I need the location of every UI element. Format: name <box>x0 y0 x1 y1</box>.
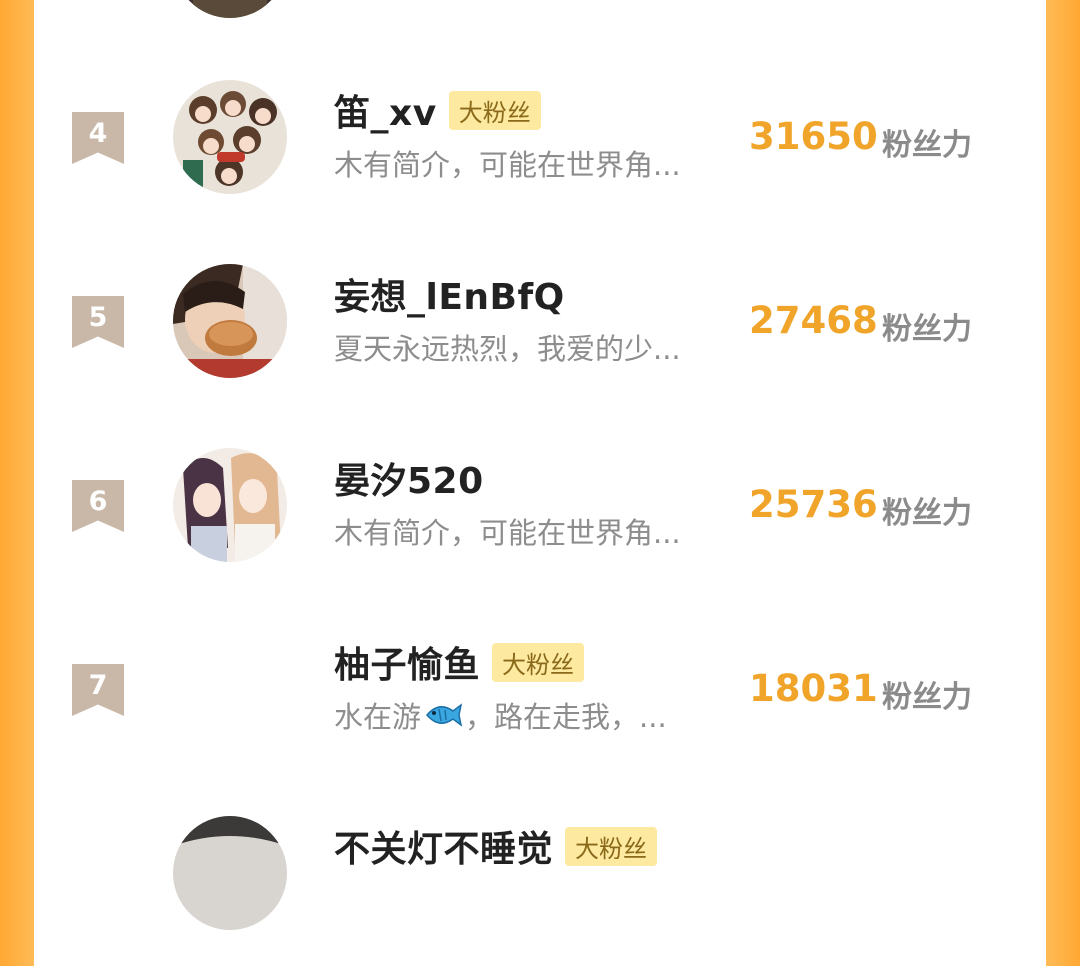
avatar[interactable] <box>173 264 287 378</box>
user-name-line: 笛_xv 大粉丝 <box>334 88 541 134</box>
fan-score: 27468 <box>749 299 878 342</box>
fan-ranking-panel: 4 笛_xv 大粉丝 木有简介，可能在世界角... 31650 粉丝力 5 妄想… <box>34 0 1046 930</box>
user-bio: 木有简介，可能在世界角... <box>334 148 681 182</box>
avatar[interactable] <box>173 816 287 930</box>
fan-score-unit: 粉丝力 <box>882 128 972 163</box>
fan-level-badge: 大粉丝 <box>448 90 541 130</box>
user-name[interactable]: 晏汐520 <box>334 452 484 504</box>
user-bio-suffix: ，路在走我，... <box>465 700 667 734</box>
fan-score: 31650 <box>749 115 878 158</box>
fan-score: 18031 <box>749 667 878 710</box>
user-name[interactable]: 笛_xv <box>334 84 437 136</box>
fan-score: 25736 <box>749 483 878 526</box>
fan-score-unit: 粉丝力 <box>882 312 972 347</box>
rank-badge: 5 <box>72 296 124 348</box>
avatar[interactable] <box>173 448 287 562</box>
ranking-row[interactable]: 不关灯不睡觉 大粉丝 <box>34 816 1046 966</box>
user-name-line: 晏汐520 <box>334 456 484 502</box>
ranking-row[interactable]: 7 柚子愉鱼 大粉丝 水在游 ，路在走我，... 18031 粉丝力 <box>34 632 1046 782</box>
user-name-line: 柚子愉鱼 大粉丝 <box>334 640 585 686</box>
ranking-row[interactable]: 6 晏汐520 木有简介，可能在世界角... 25736 粉丝力 <box>34 448 1046 598</box>
fan-score-unit: 粉丝力 <box>882 496 972 531</box>
avatar[interactable] <box>173 0 287 18</box>
user-name[interactable]: 柚子愉鱼 <box>334 636 480 688</box>
rank-badge: 6 <box>72 480 124 532</box>
user-bio: 水在游 ，路在走我，... <box>334 694 667 736</box>
user-name[interactable]: 妄想_lEnBfQ <box>334 268 565 320</box>
rank-badge: 7 <box>72 664 124 716</box>
user-bio: 夏天永远热烈，我爱的少... <box>334 332 681 366</box>
user-bio: 木有简介，可能在世界角... <box>334 516 681 550</box>
ranking-row[interactable]: 4 笛_xv 大粉丝 木有简介，可能在世界角... 31650 粉丝力 <box>34 80 1046 230</box>
fan-level-badge: 大粉丝 <box>492 642 585 682</box>
fan-level-badge: 大粉丝 <box>565 826 658 866</box>
user-name[interactable]: 不关灯不睡觉 <box>334 820 553 872</box>
user-bio-prefix: 水在游 <box>334 700 422 734</box>
user-name-line: 妄想_lEnBfQ <box>334 272 565 318</box>
fan-score-unit: 粉丝力 <box>882 680 972 715</box>
fish-emoji-icon <box>423 701 463 729</box>
rank-badge: 4 <box>72 112 124 164</box>
avatar[interactable] <box>173 80 287 194</box>
user-name-line: 不关灯不睡觉 大粉丝 <box>334 824 658 870</box>
avatar[interactable] <box>173 632 287 746</box>
ranking-row[interactable]: 5 妄想_lEnBfQ 夏天永远热烈，我爱的少... 27468 粉丝力 <box>34 264 1046 414</box>
